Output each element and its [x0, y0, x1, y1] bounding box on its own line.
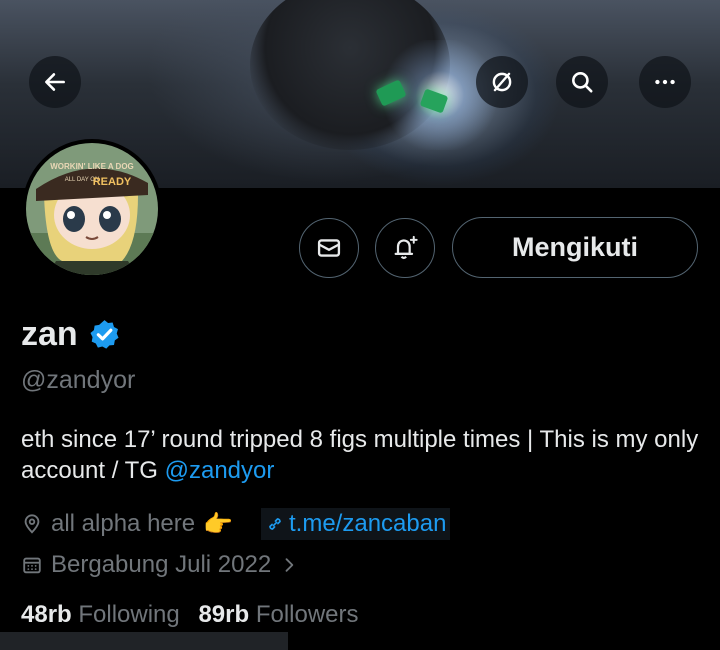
pointing-hand-emoji: 👉 [203, 510, 233, 538]
website-link[interactable]: t.me/zancaban [261, 508, 451, 540]
avatar[interactable]: WORKIN' LIKE A DOG ALL DAY ON READY [22, 139, 162, 279]
avatar-image: WORKIN' LIKE A DOG ALL DAY ON READY [26, 143, 158, 275]
more-button[interactable] [639, 56, 691, 108]
back-button[interactable] [29, 56, 81, 108]
following-button[interactable]: Mengikuti [452, 217, 698, 278]
more-dots-icon [655, 79, 675, 85]
location-pin-icon [24, 514, 40, 534]
chevron-right-icon [285, 558, 294, 572]
message-button[interactable] [299, 218, 359, 278]
profile-name: zan [21, 315, 121, 354]
profile-page: WORKIN' LIKE A DOG ALL DAY ON READY Meng… [0, 0, 720, 650]
bio-text: eth since 17’ round tripped 8 figs multi… [21, 426, 699, 484]
notifications-button[interactable] [375, 218, 435, 278]
bio-mention-link[interactable]: @zandyor [165, 457, 275, 484]
search-button[interactable] [556, 56, 608, 108]
verified-badge-icon[interactable] [88, 318, 121, 351]
grok-button[interactable] [476, 56, 528, 108]
followers-count: 89rb [198, 601, 250, 628]
avatar-hat-text: READY [93, 176, 132, 188]
following-count: 48rb [21, 601, 72, 628]
arrow-left-icon [45, 73, 65, 91]
followers-count-link[interactable]: 89rb Followers [198, 601, 358, 628]
location-website-row: all alpha here 👉 t.me/zancaban [21, 508, 451, 540]
envelope-icon [317, 239, 341, 257]
avatar-hat-text: WORKIN' LIKE A DOG [50, 162, 134, 171]
profile-bio: eth since 17’ round tripped 8 figs multi… [21, 424, 711, 486]
display-name: zan [21, 315, 78, 353]
following-count-link[interactable]: 48rb Following [21, 601, 180, 628]
website-text: t.me/zancaban [289, 510, 447, 537]
following-label: Following [78, 601, 180, 628]
following-button-label: Mengikuti [512, 232, 638, 262]
joined-text: Bergabung Juli 2022 [51, 551, 272, 578]
follow-counts: 48rb Following 89rb Followers [21, 601, 359, 629]
bell-plus-icon [394, 235, 418, 260]
search-icon [572, 72, 593, 93]
calendar-icon [23, 557, 41, 574]
bottom-overlay-bar [0, 632, 288, 650]
location-text: all alpha here [51, 510, 196, 537]
link-icon [269, 518, 281, 530]
joined-row[interactable]: Bergabung Juli 2022 [21, 551, 307, 579]
profile-handle: @zandyor [21, 366, 136, 394]
slashed-circle-icon [492, 72, 512, 92]
followers-label: Followers [255, 601, 359, 628]
